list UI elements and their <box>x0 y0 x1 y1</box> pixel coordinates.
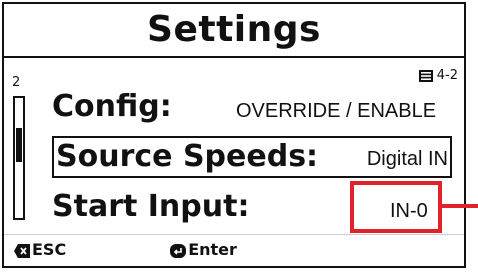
esc-button[interactable]: ESC <box>14 240 66 259</box>
soft-key-bar: ESC Enter <box>14 240 237 259</box>
footer-divider <box>4 234 464 235</box>
start-input-highlight <box>350 181 442 233</box>
page-title: Settings <box>147 9 321 50</box>
config-row[interactable]: Config: OVERRIDE / ENABLE <box>52 90 468 124</box>
config-label: Config: <box>52 89 172 124</box>
page-list-icon <box>418 69 433 82</box>
source-speeds-value: Digital IN <box>366 148 448 170</box>
config-value: OVERRIDE / ENABLE <box>236 100 437 122</box>
title-divider <box>4 56 464 58</box>
esc-key-icon <box>14 243 30 258</box>
source-speeds-label: Source Speeds: <box>56 139 319 174</box>
scrollbar[interactable] <box>13 96 25 220</box>
scroll-thumb[interactable] <box>16 128 22 162</box>
source-speeds-row[interactable]: Source Speeds: Digital IN <box>52 136 452 178</box>
start-input-label: Start Input: <box>52 189 250 224</box>
highlight-callout-line <box>442 204 478 208</box>
enter-label: Enter <box>188 240 237 259</box>
esc-label: ESC <box>32 240 67 259</box>
enter-button[interactable]: Enter <box>170 240 237 259</box>
scroll-position: 2 <box>12 75 21 90</box>
page-number: 4-2 <box>436 68 458 83</box>
enter-key-icon <box>170 243 187 258</box>
page-indicator: 4-2 <box>418 68 458 83</box>
